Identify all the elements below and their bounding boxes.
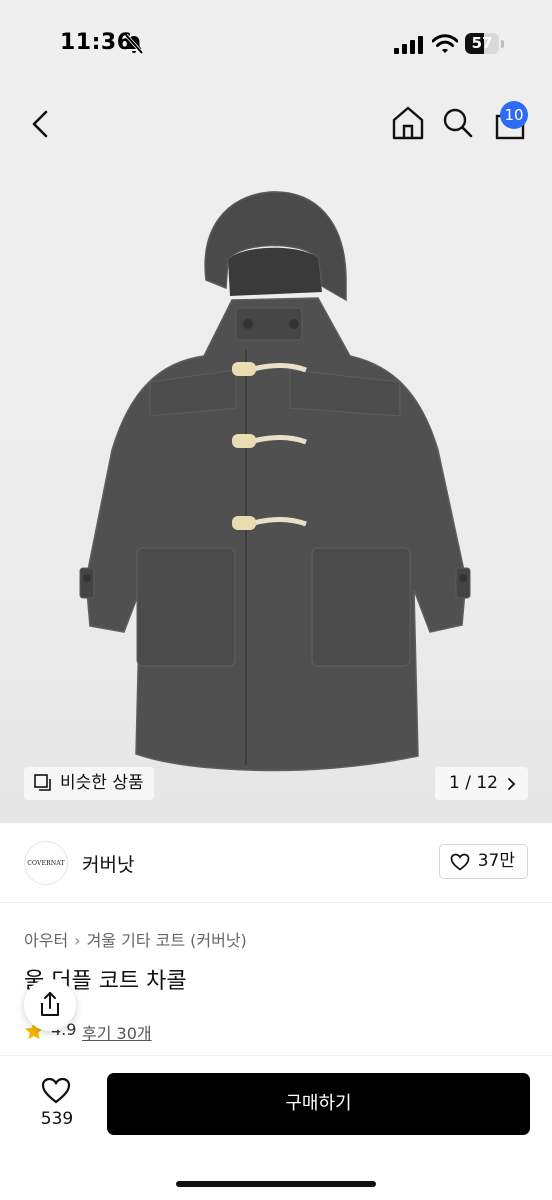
brand-row[interactable]: COVERNAT 커버낫 37만	[0, 823, 552, 903]
chevron-left-icon[interactable]	[22, 104, 58, 144]
status-bar: 11:36 57	[0, 0, 552, 90]
chevron-right-icon	[508, 778, 516, 790]
breadcrumb-subcategory[interactable]: 겨울 기타 코트 (커버낫)	[87, 931, 247, 950]
battery-icon: 57	[465, 33, 505, 55]
heart-icon	[41, 1077, 71, 1104]
share-button[interactable]	[24, 979, 76, 1031]
breadcrumb-category[interactable]: 아우터	[24, 931, 68, 950]
brand-logo[interactable]: COVERNAT	[24, 841, 68, 885]
review-count-link[interactable]: 후기 30개	[82, 1020, 152, 1044]
status-time: 11:36	[60, 30, 133, 55]
brand-like-count: 37만	[477, 851, 515, 871]
battery-percent: 57	[471, 34, 493, 52]
similar-products-button[interactable]: 비슷한 상품	[24, 767, 154, 800]
search-icon[interactable]	[440, 104, 476, 142]
wishlist-count: 539	[40, 1109, 74, 1129]
cart-count-badge: 10	[500, 101, 528, 129]
similar-products-label: 비슷한 상품	[60, 773, 144, 793]
product-image-duffle-coat[interactable]	[0, 150, 552, 810]
breadcrumb: 아우터 › 겨울 기타 코트 (커버낫)	[24, 927, 247, 951]
home-indicator	[176, 1181, 376, 1187]
heart-icon	[450, 853, 470, 871]
cellular-signal-icon	[394, 36, 423, 54]
image-page-indicator[interactable]: 1 / 12	[435, 767, 528, 800]
home-icon[interactable]	[390, 104, 426, 142]
brand-name[interactable]: 커버낫	[82, 850, 134, 877]
image-page-count: 1 / 12	[449, 773, 498, 793]
brand-like-button[interactable]: 37만	[438, 844, 528, 879]
buy-now-button[interactable]: 구매하기	[107, 1073, 530, 1135]
share-icon	[41, 992, 59, 1016]
wishlist-button[interactable]: 539	[24, 1071, 90, 1137]
bell-slash-icon	[124, 33, 144, 55]
wifi-icon	[432, 34, 458, 53]
similar-items-icon	[34, 774, 51, 791]
chevron-right-icon: ›	[74, 931, 81, 950]
